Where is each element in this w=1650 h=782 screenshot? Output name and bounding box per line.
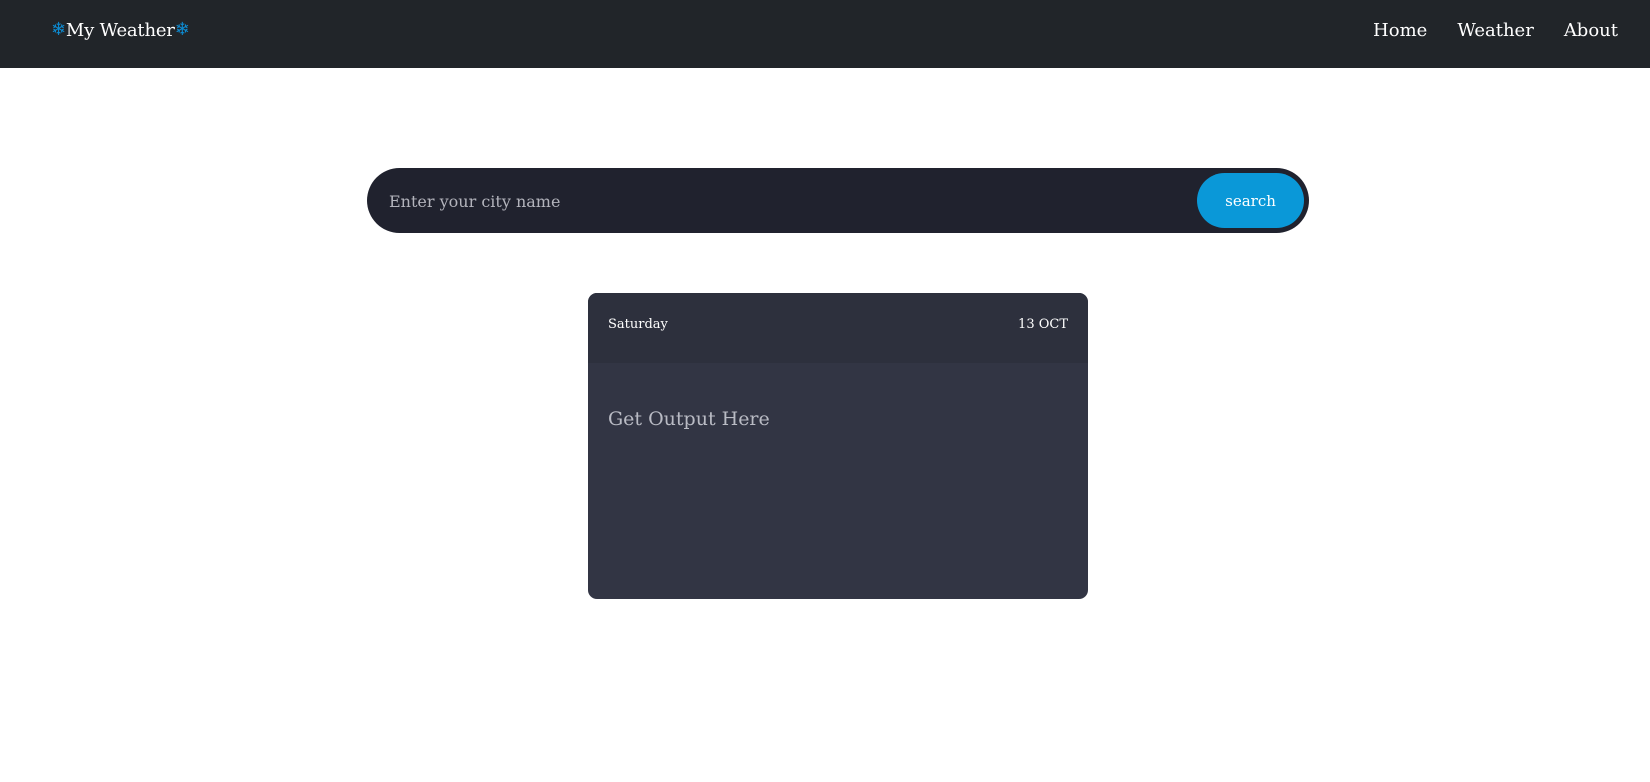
- search-button[interactable]: search: [1197, 173, 1304, 228]
- city-search-input[interactable]: [387, 180, 1191, 222]
- snowflake-icon: ❄: [174, 19, 190, 40]
- navbar: ❄ My Weather ❄ Home Weather About: [0, 0, 1650, 68]
- nav-link-about[interactable]: About: [1564, 20, 1618, 41]
- nav-link-home[interactable]: Home: [1373, 20, 1427, 41]
- snowflake-icon: ❄: [51, 19, 66, 40]
- weather-card: Saturday 13 OCT Get Output Here: [588, 293, 1088, 599]
- weather-day: Saturday: [608, 317, 668, 332]
- nav-links: Home Weather About: [1343, 18, 1618, 42]
- search-bar: search: [367, 168, 1309, 233]
- brand-title: My Weather: [65, 19, 175, 41]
- nav-link-weather[interactable]: Weather: [1457, 20, 1534, 41]
- weather-output: Get Output Here: [608, 408, 770, 430]
- weather-card-header: Saturday 13 OCT: [588, 293, 1088, 363]
- weather-date: 13 OCT: [1018, 317, 1068, 332]
- brand-logo[interactable]: ❄ My Weather ❄: [51, 18, 190, 42]
